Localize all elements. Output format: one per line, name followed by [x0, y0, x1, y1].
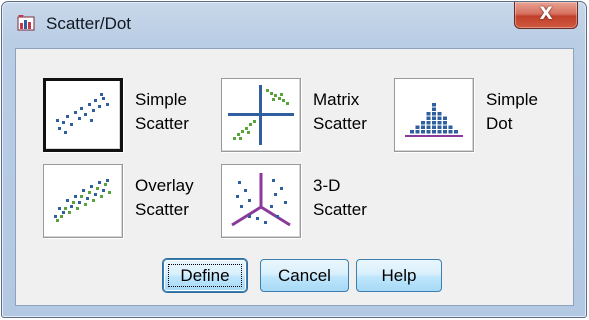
define-button[interactable]: Define — [163, 259, 247, 292]
3d-scatter-label: 3-D Scatter — [313, 176, 367, 219]
spss-chart-icon — [17, 15, 35, 31]
matrix-scatter-label: Matrix Scatter — [313, 90, 367, 133]
help-button[interactable]: Help — [356, 259, 442, 292]
focus-rectangle — [168, 264, 242, 287]
scatter-dot-dialog: Scatter/Dot X Simple Scatter Matrix Scat… — [1, 1, 587, 318]
matrix-scatter-icon — [228, 85, 294, 145]
simple-dot-label: Simple Dot — [486, 90, 538, 133]
overlay-scatter-thumbnail[interactable] — [43, 164, 123, 238]
option-overlay-scatter[interactable]: Overlay Scatter — [43, 164, 223, 238]
simple-dot-thumbnail[interactable] — [394, 78, 474, 152]
close-button[interactable]: X — [514, 2, 578, 29]
simple-scatter-thumbnail[interactable] — [43, 78, 123, 152]
option-3d-scatter[interactable]: 3-D Scatter — [221, 164, 401, 238]
option-simple-scatter[interactable]: Simple Scatter — [43, 78, 223, 152]
simple-scatter-icon — [56, 93, 109, 134]
matrix-scatter-thumbnail[interactable] — [221, 78, 301, 152]
3d-scatter-thumbnail[interactable] — [221, 164, 301, 238]
overlay-scatter-label: Overlay Scatter — [135, 176, 194, 219]
dialog-body: Simple Scatter Matrix Scatter Simple Dot… — [15, 48, 574, 306]
3d-scatter-icon — [231, 173, 291, 227]
option-simple-dot[interactable]: Simple Dot — [394, 78, 564, 152]
dialog-title: Scatter/Dot — [46, 14, 132, 33]
overlay-scatter-icon — [54, 179, 111, 222]
cancel-button[interactable]: Cancel — [260, 259, 349, 292]
simple-dot-icon — [405, 103, 463, 137]
title-bar[interactable]: Scatter/Dot X — [2, 2, 586, 42]
option-matrix-scatter[interactable]: Matrix Scatter — [221, 78, 401, 152]
simple-scatter-label: Simple Scatter — [135, 90, 189, 133]
close-icon: X — [539, 4, 553, 24]
